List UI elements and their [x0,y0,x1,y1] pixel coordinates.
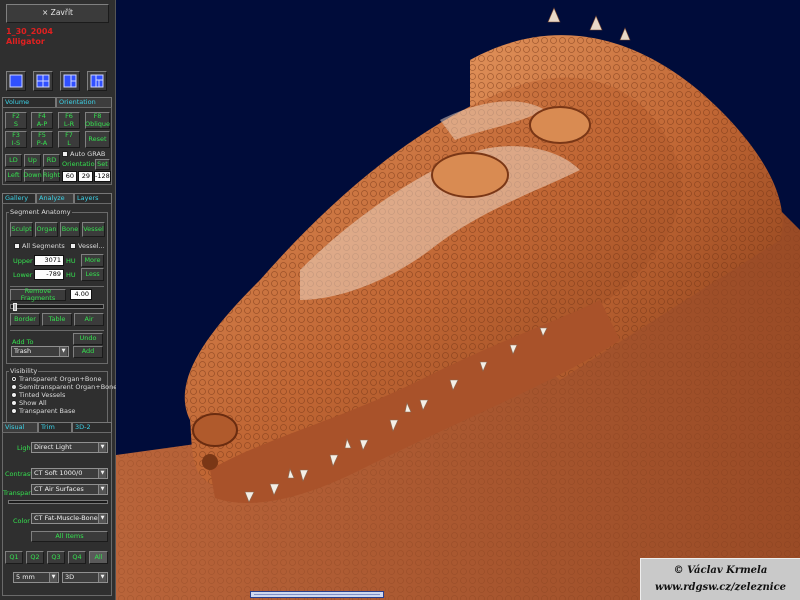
3d-viewport[interactable]: © Václav Krmela www.rdgsw.cz/zeleznice [116,0,800,600]
add-to-label: Add To [12,338,34,346]
sculpt-button[interactable]: Sculpt [10,222,33,237]
undo-button[interactable]: Undo [73,333,103,345]
visibility-option: Transparent Organ+Bone [19,375,102,383]
credit-author: © Václav Krmela [673,565,768,576]
slider-thumb[interactable] [13,303,17,311]
orientation-z-field[interactable]: -128 [94,171,111,182]
upper-unit: HU [66,257,76,265]
contrast-label: Contrast [5,470,33,478]
upper-label: Upper [13,257,33,265]
view-posterior-anterior-button[interactable]: F5 P-A [31,131,53,148]
move-rd-button[interactable]: RD [43,154,60,167]
horizontal-scrollbar[interactable] [250,591,384,598]
contrast-select[interactable]: CT Soft 1000/0 ▼ [31,468,108,479]
visibility-radio-4[interactable] [11,408,17,414]
border-button[interactable]: Border [10,313,40,326]
view-inferior-superior-button[interactable]: F3 I-S [5,131,27,148]
transparency-select[interactable]: CT Air Surfaces ▼ [31,484,108,495]
visibility-option: Show All [19,399,47,407]
table-button[interactable]: Table [42,313,72,326]
alligator-head-rendering [116,7,800,600]
visibility-option: Transparent Base [19,407,76,415]
lower-threshold-field[interactable]: -789 [34,269,64,280]
orientation-label: Orientation [62,160,99,168]
visibility-radio-1[interactable] [11,384,17,390]
visibility-radio-0[interactable] [11,376,17,382]
chevron-down-icon: ▼ [98,514,106,523]
single-view-icon[interactable] [6,71,26,91]
close-button[interactable]: × Zavřít [6,4,109,23]
quadrant-q3-button[interactable]: Q3 [47,551,65,564]
slab-thickness-select[interactable]: 5 mm ▼ [13,572,59,583]
more-button[interactable]: More [81,254,104,267]
quadrant-q4-button[interactable]: Q4 [68,551,86,564]
chevron-down-icon: ▼ [98,485,106,494]
move-right-button[interactable]: Right [43,169,60,182]
reset-view-button[interactable]: Reset [85,131,110,148]
copyright-watermark: © Václav Krmela www.rdgsw.cz/zeleznice [640,558,800,600]
add-button[interactable]: Add [73,346,103,358]
quadrant-q1-button[interactable]: Q1 [5,551,23,564]
view-superior-button[interactable]: F2 S [5,112,27,129]
move-left-button[interactable]: Left [5,169,22,182]
chevron-down-icon: ▼ [98,573,106,582]
set-button[interactable]: Set [95,159,110,170]
vessel-check-label: Vessel... [78,242,105,250]
visibility-option: Tinted Vessels [19,391,66,399]
view-oblique-button[interactable]: F8 Oblique [85,112,110,129]
render-mode-select[interactable]: 3D ▼ [62,572,108,583]
view-anterior-posterior-button[interactable]: F4 A-P [31,112,53,129]
auto-grab-checkbox[interactable] [62,151,68,157]
fragments-slider[interactable] [10,303,104,311]
upper-threshold-field[interactable]: 3071 [34,255,64,266]
visibility-radio-2[interactable] [11,392,17,398]
vessel-button[interactable]: Vessel [82,222,105,237]
study-date: 1_30_2004 [6,27,53,36]
credit-url: www.rdgsw.cz/zeleznice [654,582,787,593]
visibility-title: Visibility [9,367,39,375]
chevron-down-icon: ▼ [59,347,67,356]
remove-fragments-button[interactable]: Remove Fragments [10,287,66,302]
air-button[interactable]: Air [74,313,104,326]
study-name: Alligator [6,37,45,46]
quadrant-q2-button[interactable]: Q2 [26,551,44,564]
move-up-button[interactable]: Up [24,154,41,167]
opacity-slider[interactable] [8,500,108,504]
divider [10,330,104,331]
transparency-label: Transpar. [3,489,33,497]
orientation-y-field[interactable]: 29 [78,171,93,182]
view-left-right-button[interactable]: F6 L-R [58,112,80,129]
less-button[interactable]: Less [81,268,104,281]
light-select[interactable]: Direct Light ▼ [31,442,108,453]
lower-label: Lower [13,271,33,279]
color-label: Color [13,517,30,525]
four-view-alt-icon[interactable] [87,71,107,91]
control-panel: × Zavřít 1_30_2004 Alligator Volume Orie… [0,0,118,600]
organ-button[interactable]: Organ [35,222,58,237]
color-select[interactable]: CT Fat-Muscle-Bone ▼ [31,513,108,524]
vessel-checkbox[interactable] [70,243,76,249]
view-left-button[interactable]: F7 L [58,131,80,148]
all-segments-label: All Segments [22,242,65,250]
fragments-field[interactable]: 4.00 [70,289,92,300]
quad-view-icon[interactable] [33,71,53,91]
chevron-down-icon: ▼ [49,573,57,582]
orientation-x-field[interactable]: 60 [62,171,77,182]
auto-grab-label: Auto GRAB [70,150,106,158]
add-to-select[interactable]: Trash ▼ [11,346,69,357]
all-items-button[interactable]: All Items [31,531,108,542]
visibility-option: Semitransparent Organ+Bone [19,383,118,391]
three-view-icon[interactable] [60,71,80,91]
chevron-down-icon: ▼ [98,469,106,478]
segment-anatomy-title: Segment Anatomy [9,208,72,216]
quadrant-all-button[interactable]: All [89,551,108,564]
visibility-radio-3[interactable] [11,400,17,406]
move-down-button[interactable]: Down [23,169,42,182]
all-segments-checkbox[interactable] [14,243,20,249]
chevron-down-icon: ▼ [98,443,106,452]
lower-unit: HU [66,271,76,279]
bone-button[interactable]: Bone [60,222,80,237]
move-ld-button[interactable]: LD [5,154,22,167]
